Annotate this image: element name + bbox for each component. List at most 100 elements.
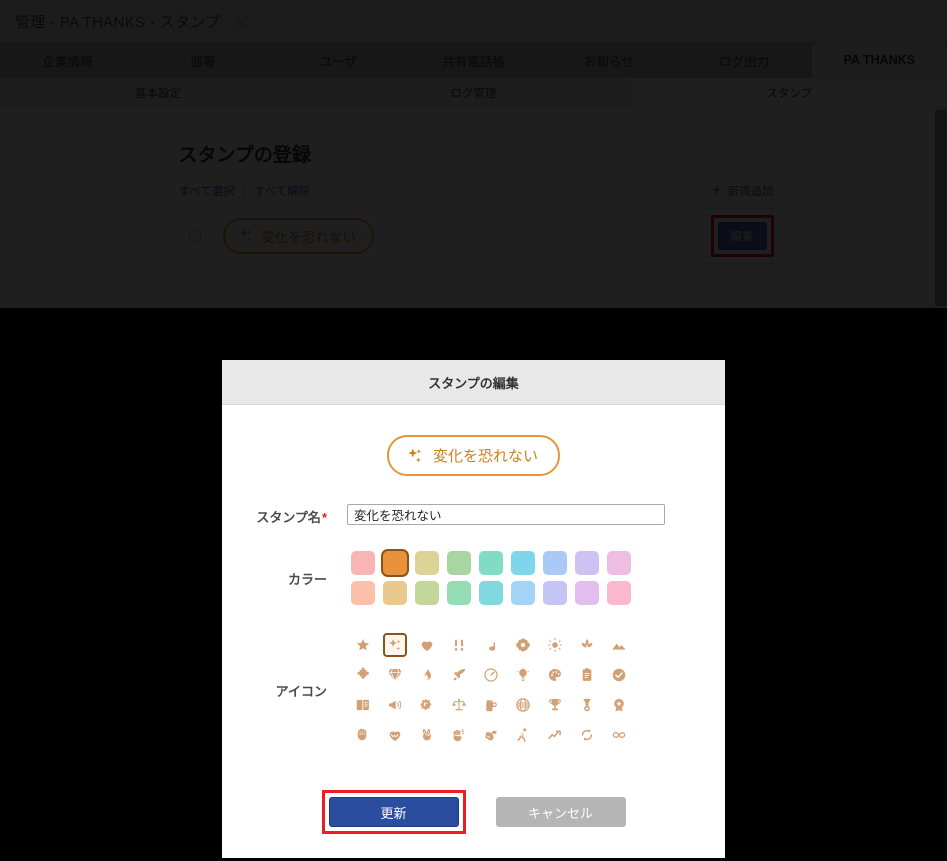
icon-option-33[interactable]: [539, 720, 571, 750]
heart-icon: [415, 633, 439, 657]
chart-line-up-icon: [543, 723, 567, 747]
color-swatch-7[interactable]: [575, 551, 599, 575]
puzzle-piece-icon: [351, 663, 375, 687]
color-swatch-4[interactable]: [479, 551, 503, 575]
icon-option-1[interactable]: [379, 630, 411, 660]
stamp-name-row: スタンプ名*: [222, 504, 725, 526]
icon-option-35[interactable]: [603, 720, 635, 750]
palette-icon: [543, 663, 567, 687]
color-swatch-cell: [411, 578, 443, 608]
sun-icon: [543, 633, 567, 657]
color-swatch-2[interactable]: [415, 551, 439, 575]
color-swatch-3[interactable]: [447, 551, 471, 575]
icon-option-18[interactable]: [347, 690, 379, 720]
medal-icon: [575, 693, 599, 717]
mountain-icon: [607, 633, 631, 657]
stamp-preview: 変化を恐れない: [222, 435, 725, 476]
icon-option-6[interactable]: [539, 630, 571, 660]
icon-option-15[interactable]: [539, 660, 571, 690]
sprout-icon: [575, 633, 599, 657]
edit-stamp-dialog: スタンプの編集 変化を恐れない スタンプ名* 変化を恐れない カラー アイコン …: [222, 360, 725, 858]
icon-option-19[interactable]: [379, 690, 411, 720]
color-swatch-14[interactable]: [511, 581, 535, 605]
color-palette: [347, 548, 725, 608]
icon-option-30[interactable]: [443, 720, 475, 750]
stamp-name-input[interactable]: [347, 504, 665, 525]
lightbulb-icon: [511, 663, 535, 687]
check-circle-icon: [607, 663, 631, 687]
icon-option-20[interactable]: [411, 690, 443, 720]
award-badge-icon: [607, 693, 631, 717]
icon-option-24[interactable]: [539, 690, 571, 720]
icon-option-34[interactable]: [571, 720, 603, 750]
trophy-icon: [543, 693, 567, 717]
color-swatch-cell: [443, 548, 475, 578]
icon-option-5[interactable]: [507, 630, 539, 660]
icon-option-14[interactable]: [507, 660, 539, 690]
rocket-icon: [447, 663, 471, 687]
color-swatch-cell: [411, 548, 443, 578]
color-swatch-cell: [571, 548, 603, 578]
color-swatch-cell: [443, 578, 475, 608]
stamp-name-label-text: スタンプ名: [256, 510, 321, 525]
color-swatch-0[interactable]: [351, 551, 375, 575]
flexed-bicep-icon: [479, 723, 503, 747]
icon-option-26[interactable]: [603, 690, 635, 720]
infinity-icon: [607, 723, 631, 747]
color-label: カラー: [287, 571, 327, 587]
icon-option-11[interactable]: [411, 660, 443, 690]
speedometer-icon: [479, 663, 503, 687]
flower-icon: [511, 633, 535, 657]
diamond-icon: [383, 663, 407, 687]
stamp-preview-chip: 変化を恐れない: [386, 435, 560, 476]
icon-option-23[interactable]: [507, 690, 539, 720]
icon-option-31[interactable]: [475, 720, 507, 750]
color-swatch-cell: [539, 578, 571, 608]
icon-option-29[interactable]: [411, 720, 443, 750]
color-swatch-15[interactable]: [543, 581, 567, 605]
icon-option-0[interactable]: [347, 630, 379, 660]
icon-label: アイコン: [275, 683, 327, 699]
raised-hands-icon: [351, 723, 375, 747]
icon-option-4[interactable]: [475, 630, 507, 660]
required-asterisk: *: [321, 510, 327, 525]
icon-option-12[interactable]: [443, 660, 475, 690]
color-swatch-9[interactable]: [351, 581, 375, 605]
color-swatch-1[interactable]: [383, 551, 407, 575]
color-swatch-cell: [347, 578, 379, 608]
color-swatch-cell: [507, 548, 539, 578]
gears-icon: [415, 693, 439, 717]
icon-option-16[interactable]: [571, 660, 603, 690]
color-swatch-12[interactable]: [447, 581, 471, 605]
update-button[interactable]: 更新: [328, 797, 459, 827]
icon-option-7[interactable]: [571, 630, 603, 660]
color-swatch-8[interactable]: [607, 551, 631, 575]
icon-option-13[interactable]: [475, 660, 507, 690]
icon-option-27[interactable]: [347, 720, 379, 750]
dialog-footer: 更新 キャンセル: [222, 772, 725, 858]
color-swatch-cell: [475, 578, 507, 608]
color-swatch-16[interactable]: [575, 581, 599, 605]
icon-option-10[interactable]: [379, 660, 411, 690]
icon-option-21[interactable]: [443, 690, 475, 720]
icon-option-22[interactable]: [475, 690, 507, 720]
icon-option-8[interactable]: [603, 630, 635, 660]
icon-option-3[interactable]: [443, 630, 475, 660]
icon-option-2[interactable]: [411, 630, 443, 660]
stamp-name-label: スタンプ名*: [222, 504, 347, 526]
icon-option-28[interactable]: [379, 720, 411, 750]
icon-option-25[interactable]: [571, 690, 603, 720]
color-swatch-17[interactable]: [607, 581, 631, 605]
globe-icon: [511, 693, 535, 717]
color-swatch-13[interactable]: [479, 581, 503, 605]
icon-option-9[interactable]: [347, 660, 379, 690]
icon-option-32[interactable]: [507, 720, 539, 750]
color-swatch-11[interactable]: [415, 581, 439, 605]
color-swatch-5[interactable]: [511, 551, 535, 575]
color-swatch-6[interactable]: [543, 551, 567, 575]
color-swatch-cell: [571, 578, 603, 608]
dialog-body: 変化を恐れない スタンプ名* カラー アイコン: [222, 405, 725, 858]
cancel-button[interactable]: キャンセル: [495, 797, 626, 827]
color-swatch-10[interactable]: [383, 581, 407, 605]
icon-option-17[interactable]: [603, 660, 635, 690]
